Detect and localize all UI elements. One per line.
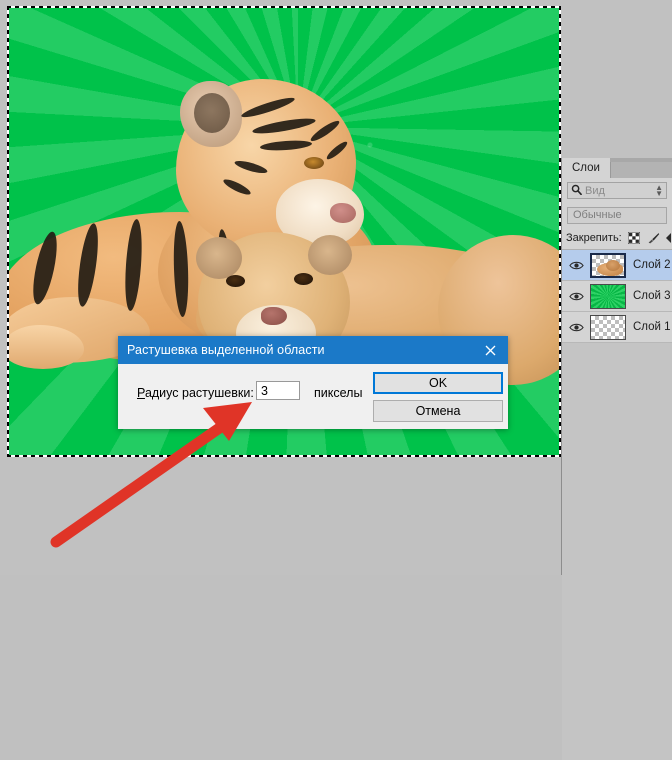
dialog-titlebar: Растушевка выделенной области	[118, 336, 508, 364]
dialog-title: Растушевка выделенной области	[127, 343, 325, 357]
eye-icon[interactable]	[562, 291, 590, 302]
layer-thumbnail-cats[interactable]	[590, 252, 626, 278]
units-label: пикселы	[314, 386, 363, 400]
layer-filter-label: Вид	[585, 184, 605, 197]
radius-label-rest: адиус растушевки:	[144, 386, 254, 400]
stepper-updown-icon[interactable]: ▲ ▼	[655, 183, 663, 197]
lion-cub-nose	[261, 307, 287, 325]
layer-row-2[interactable]: Слой 3	[562, 281, 672, 312]
tiger-nose	[330, 203, 356, 223]
tiger-eye	[304, 157, 324, 169]
transparency-checker-icon[interactable]	[627, 232, 640, 244]
radius-input[interactable]: 3	[256, 381, 300, 400]
lion-cub-eye	[294, 273, 313, 285]
lock-label: Закрепить:	[566, 232, 622, 244]
layer-filter-row[interactable]: Вид ▲ ▼	[562, 178, 672, 203]
layer-list-empty-area	[562, 343, 672, 760]
move-arrows-icon[interactable]	[665, 232, 672, 244]
layer-name-1[interactable]: Слой 2	[633, 259, 671, 271]
layer-thumbnail-green[interactable]	[590, 283, 626, 309]
dialog-body: Радиус растушевки: 3 пикселы OK Отмена	[118, 364, 508, 429]
layer-list[interactable]: Слой 2 Слой 3 Слой 1	[562, 249, 672, 343]
layer-name-2[interactable]: Слой 3	[633, 290, 671, 302]
layer-row-3[interactable]: Слой 1	[562, 312, 672, 343]
brush-icon[interactable]	[646, 232, 660, 245]
thumbnail-cat-head-shape	[606, 259, 620, 271]
eye-icon[interactable]	[562, 322, 590, 333]
blend-mode-row[interactable]: Обычные	[562, 203, 672, 227]
lion-cub-ear	[196, 237, 242, 279]
tab-layers[interactable]: Слои	[562, 158, 610, 178]
photoshop-workspace: Растушевка выделенной области Радиус рас…	[0, 0, 672, 760]
search-icon	[571, 182, 582, 200]
layer-name-3[interactable]: Слой 1	[633, 321, 671, 333]
layer-thumbnail-transparent[interactable]	[590, 314, 626, 340]
layer-row-1[interactable]: Слой 2	[562, 250, 672, 281]
layers-panel[interactable]: Слои Вид ▲ ▼ Обычные Закрепить: Слой 2 С…	[561, 158, 672, 760]
panel-tab-bar[interactable]: Слои	[562, 158, 672, 178]
layer-filter-box[interactable]: Вид ▲ ▼	[567, 182, 667, 199]
tab-bar-filler	[609, 162, 672, 178]
lock-row: Закрепить:	[562, 227, 672, 249]
cancel-button[interactable]: Отмена	[373, 400, 503, 422]
radius-field-label: Радиус растушевки:	[137, 386, 254, 400]
ok-button[interactable]: OK	[373, 372, 503, 394]
lion-cub-ear	[308, 235, 352, 275]
lion-cub-eye	[226, 275, 245, 287]
eye-icon[interactable]	[562, 260, 590, 271]
radius-label-mnemonic: Р	[137, 386, 145, 400]
close-icon[interactable]	[472, 336, 508, 364]
blend-mode-select[interactable]: Обычные	[567, 206, 667, 224]
tiger-ear-inner	[194, 93, 230, 133]
feather-selection-dialog[interactable]: Растушевка выделенной области Радиус рас…	[118, 336, 508, 429]
